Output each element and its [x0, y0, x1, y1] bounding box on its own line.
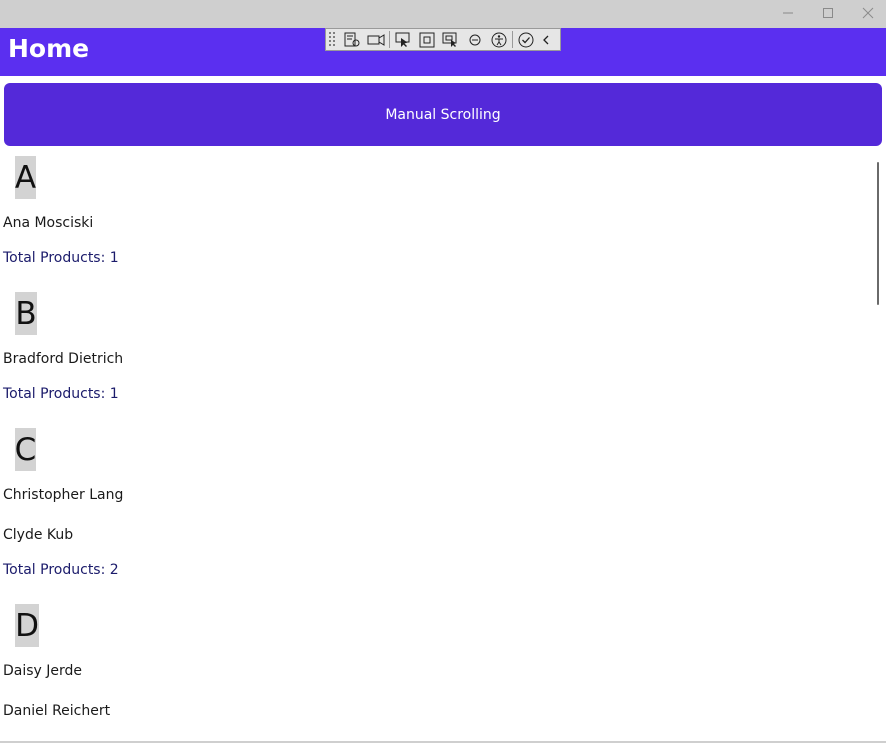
- vertical-scrollbar[interactable]: [877, 162, 879, 305]
- list-item[interactable]: Daniel Reichert: [3, 703, 110, 719]
- group-header-a: A: [15, 156, 36, 199]
- list-item[interactable]: Clyde Kub: [3, 527, 73, 543]
- group-footer-total: Total Products: 1: [3, 250, 119, 266]
- list-item[interactable]: Christopher Lang: [3, 487, 123, 503]
- group-header-d: D: [15, 604, 39, 647]
- group-header-c: C: [15, 428, 36, 471]
- list-item[interactable]: Bradford Dietrich: [3, 351, 123, 367]
- group-footer-total: Total Products: 1: [3, 386, 119, 402]
- grouped-collection-view[interactable]: A Ana Mosciski Total Products: 1 B Bradf…: [0, 0, 880, 743]
- list-item[interactable]: Daisy Jerde: [3, 663, 82, 679]
- list-item[interactable]: Ana Mosciski: [3, 215, 93, 231]
- group-header-b: B: [15, 292, 37, 335]
- group-footer-total: Total Products: 2: [3, 562, 119, 578]
